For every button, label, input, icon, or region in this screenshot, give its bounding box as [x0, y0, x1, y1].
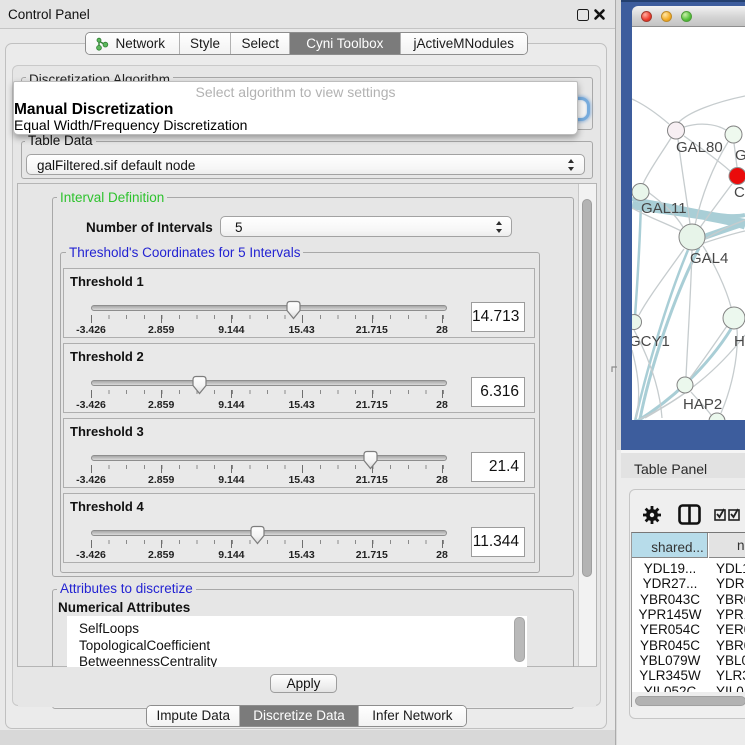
svg-text:GA: GA — [735, 147, 745, 164]
svg-text:HAP2: HAP2 — [683, 396, 722, 413]
svg-text:CY: CY — [734, 184, 745, 201]
svg-text:GAL4: GAL4 — [690, 250, 728, 267]
svg-text:GCY1: GCY1 — [632, 333, 670, 350]
svg-text:GAL80: GAL80 — [676, 139, 723, 156]
svg-text:HA: HA — [734, 333, 745, 350]
svg-text:GAL11: GAL11 — [641, 200, 687, 217]
